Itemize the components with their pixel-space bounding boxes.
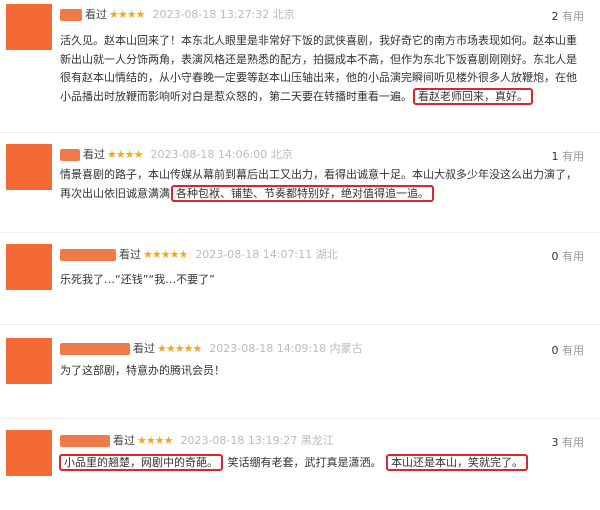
divider [0,232,600,233]
useful-label: 有用 [562,150,584,163]
avatar[interactable] [6,4,52,50]
divider [0,418,600,419]
username-redacted[interactable] [60,249,116,261]
review-body: 笑话绷有老套，武打真是潇洒。 [227,456,382,469]
review-meta: 2023-08-18 14:07:11 湖北 [195,248,338,261]
review-meta: 2023-08-18 14:06:00 北京 [150,148,293,161]
useful-count: 2 [551,10,559,23]
review-header: 看过 ★★★★ 2023-08-18 13:27:32 北京 [60,8,295,22]
watched-status: 看过 [133,342,155,355]
useful-count: 3 [551,436,559,449]
useful-count: 0 [551,344,559,357]
highlighted-quote: 看赵老师回来，真好。 [413,87,533,105]
useful-vote-button[interactable]: 0 有用 [552,248,585,264]
review-text: 小品里的翘楚，网剧中的奇葩。 笑话绷有老套，武打真是潇洒。 本山还是本山，笑就完… [58,454,598,473]
watched-status: 看过 [113,434,135,447]
review-header: 看过 ★★★★ 2023-08-18 13:19:27 黑龙江 [60,434,334,448]
review-meta: 2023-08-18 14:09:18 内蒙古 [209,342,363,355]
watched-status: 看过 [85,8,107,21]
useful-vote-button[interactable]: 0 有用 [552,342,585,358]
useful-label: 有用 [562,344,584,357]
review-body: 为了这部剧，特意办的腾讯会员！ [60,364,225,377]
review-text: 乐死我了…“还钱”“我…不要了” [60,271,580,290]
review-text: 情景喜剧的路子，本山传媒从幕前到幕后出工又出力，看得出诚意十足。本山大叔多少年没… [60,166,580,203]
username-redacted[interactable] [60,435,110,447]
useful-count: 1 [551,150,559,163]
divider [0,324,600,325]
review-text: 活久见。赵本山回来了！本东北人眼里是非常好下饭的武侠喜剧，我好奇它的南方市场表现… [60,32,580,106]
star-rating: ★★★★ [107,148,143,161]
watched-status: 看过 [83,148,105,161]
highlighted-quote: 本山还是本山，笑就完了。 [386,454,528,471]
useful-label: 有用 [562,250,584,263]
avatar[interactable] [6,244,52,290]
review-meta: 2023-08-18 13:27:32 北京 [152,8,295,21]
review-meta: 2023-08-18 13:19:27 黑龙江 [180,434,334,447]
review-header: 看过 ★★★★ 2023-08-18 14:06:00 北京 [60,148,293,162]
useful-label: 有用 [562,10,584,23]
review-text: 为了这部剧，特意办的腾讯会员！ [60,362,580,381]
useful-vote-button[interactable]: 2 有用 [552,8,585,24]
useful-count: 0 [551,250,559,263]
star-rating: ★★★★★ [143,248,188,261]
username-redacted[interactable] [60,9,82,21]
star-rating: ★★★★★ [157,342,202,355]
avatar[interactable] [6,144,52,190]
highlighted-quote: 各种包袱、铺垫、节奏都特别好，绝对值得追一追。 [171,184,434,202]
divider [0,132,600,133]
review-header: 看过 ★★★★★ 2023-08-18 14:07:11 湖北 [60,248,338,262]
highlighted-quote: 小品里的翘楚，网剧中的奇葩。 [59,454,223,471]
useful-vote-button[interactable]: 3 有用 [552,434,585,450]
username-redacted[interactable] [60,149,80,161]
useful-label: 有用 [562,436,584,449]
avatar[interactable] [6,430,52,476]
star-rating: ★★★★ [109,8,145,21]
review-body: 乐死我了…“还钱”“我…不要了” [60,273,215,286]
avatar[interactable] [6,338,52,384]
star-rating: ★★★★ [137,434,173,447]
review-header: 看过 ★★★★★ 2023-08-18 14:09:18 内蒙古 [60,342,363,356]
username-redacted[interactable] [60,343,130,355]
useful-vote-button[interactable]: 1 有用 [552,148,585,164]
watched-status: 看过 [119,248,141,261]
